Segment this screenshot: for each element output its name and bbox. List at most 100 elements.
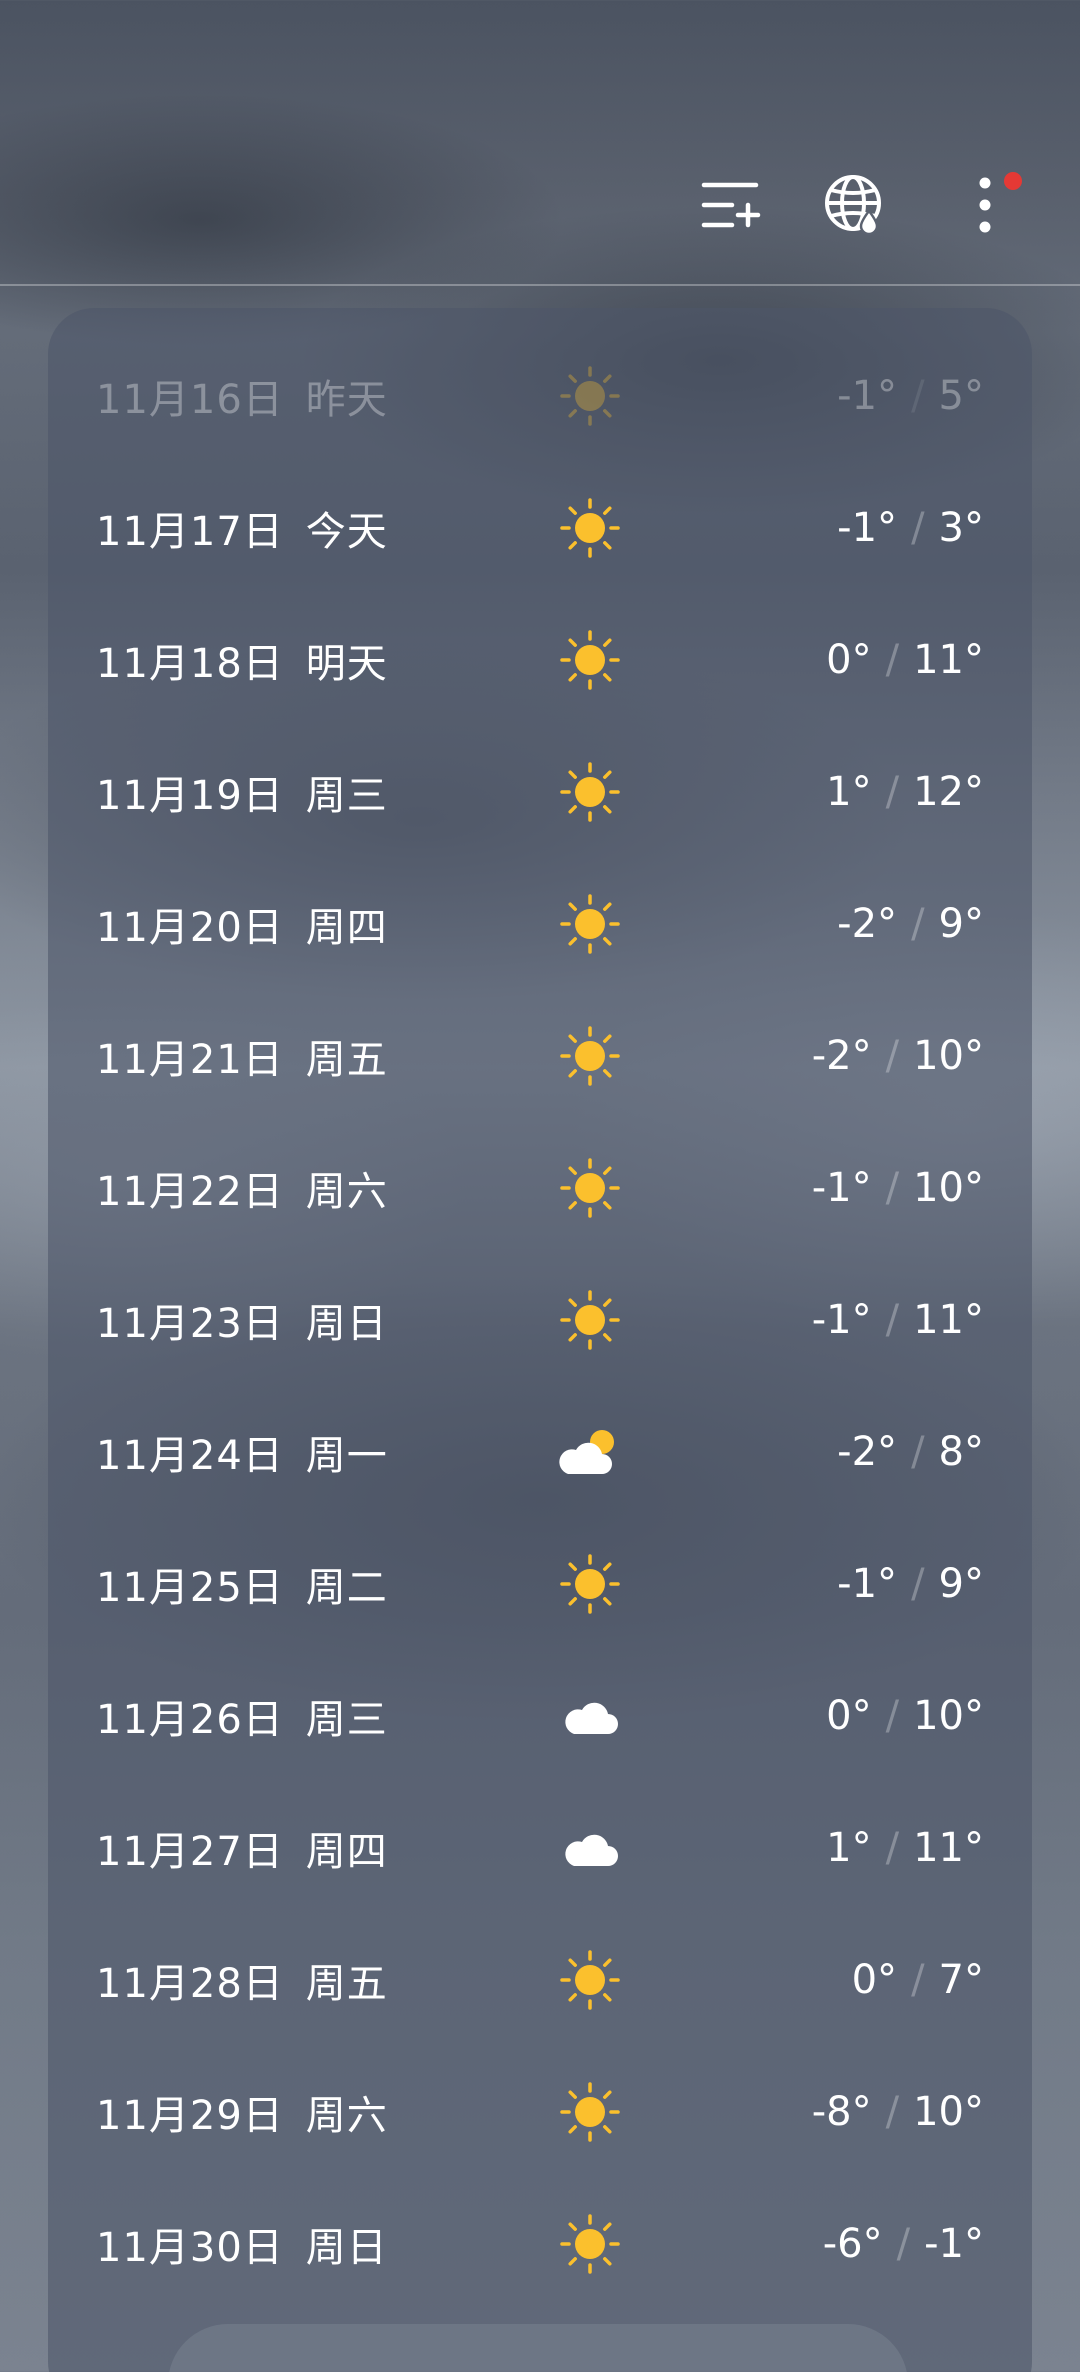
- forecast-day: 昨天: [305, 377, 388, 423]
- forecast-row[interactable]: 11月19日 周三 1° / 12°: [48, 726, 1032, 858]
- temp-low: -2°: [837, 901, 898, 947]
- forecast-day: 周五: [305, 1037, 388, 1083]
- temp-low: 0°: [826, 1693, 872, 1739]
- temp-separator: /: [911, 373, 925, 419]
- sun-icon: [558, 1288, 622, 1352]
- temp-low: -2°: [837, 1429, 898, 1475]
- temp-separator: /: [911, 901, 925, 947]
- temperature-range: -2° / 10°: [812, 990, 984, 1122]
- forecast-day: 今天: [305, 509, 388, 555]
- app-header: [0, 0, 1080, 286]
- list-add-icon: [701, 182, 761, 228]
- forecast-date-group: 11月20日 周四: [96, 858, 388, 990]
- forecast-day: 周六: [305, 2093, 388, 2139]
- add-city-button[interactable]: [695, 170, 765, 240]
- temperature-range: -2° / 9°: [837, 858, 984, 990]
- forecast-day: 周二: [305, 1565, 388, 1611]
- cloud-icon: [558, 1816, 622, 1880]
- forecast-date: 11月18日: [96, 641, 284, 687]
- weather-map-button[interactable]: [820, 170, 890, 240]
- temp-separator: /: [885, 2089, 900, 2135]
- forecast-date-group: 11月29日 周六: [96, 2046, 388, 2178]
- cloud-icon: [558, 1684, 622, 1748]
- forecast-row[interactable]: 11月16日 昨天 -1° / 5°: [48, 330, 1032, 462]
- forecast-row[interactable]: 11月24日 周一 -2° / 8°: [48, 1386, 1032, 1518]
- sun-icon: [558, 2212, 622, 2276]
- forecast-row[interactable]: 11月18日 明天 0° / 11°: [48, 594, 1032, 726]
- temp-low: 1°: [826, 1825, 872, 1871]
- forecast-day: 周三: [305, 773, 388, 819]
- forecast-date-group: 11月19日 周三: [96, 726, 388, 858]
- forecast-row[interactable]: 11月21日 周五 -2° / 10°: [48, 990, 1032, 1122]
- temp-high: 10°: [913, 1693, 984, 1739]
- forecast-row[interactable]: 11月26日 周三 0° / 10°: [48, 1650, 1032, 1782]
- sun-icon: [558, 1948, 622, 2012]
- temperature-range: 1° / 11°: [826, 1782, 984, 1914]
- forecast-date: 11月28日: [96, 1961, 284, 2007]
- forecast-day: 周日: [305, 2225, 388, 2271]
- forecast-date: 11月19日: [96, 773, 284, 819]
- sun-icon: [558, 760, 622, 824]
- forecast-row[interactable]: 11月27日 周四 1° / 11°: [48, 1782, 1032, 1914]
- temp-low: -6°: [822, 2221, 883, 2267]
- temperature-range: -1° / 11°: [812, 1254, 984, 1386]
- sun-icon: [558, 496, 622, 560]
- sun-icon: [558, 628, 622, 692]
- forecast-date: 11月20日: [96, 905, 284, 951]
- temp-separator: /: [885, 1693, 900, 1739]
- temperature-range: -6° / -1°: [823, 2178, 984, 2310]
- temp-separator: /: [911, 1429, 925, 1475]
- globe-droplet-icon: [825, 175, 881, 236]
- temp-low: -1°: [837, 373, 898, 419]
- temp-separator: /: [911, 1561, 925, 1607]
- partly-cloudy-icon: [558, 1420, 622, 1484]
- temp-separator: /: [896, 2221, 911, 2267]
- forecast-row[interactable]: 11月25日 周二 -1° / 9°: [48, 1518, 1032, 1650]
- temp-low: 0°: [851, 1957, 898, 2003]
- temp-low: -1°: [837, 505, 898, 551]
- forecast-date: 11月26日: [96, 1697, 284, 1743]
- forecast-date-group: 11月17日 今天: [96, 462, 388, 594]
- temperature-range: -1° / 10°: [812, 1122, 984, 1254]
- temp-high: 11°: [913, 1297, 984, 1343]
- temp-separator: /: [885, 1165, 900, 1211]
- forecast-row[interactable]: 11月28日 周五 0° / 7°: [48, 1914, 1032, 2046]
- forecast-date: 11月30日: [96, 2225, 284, 2271]
- temperature-range: 1° / 12°: [826, 726, 984, 858]
- temp-low: -8°: [811, 2089, 872, 2135]
- more-forecast-button[interactable]: [168, 2324, 908, 2372]
- forecast-day: 周六: [305, 1169, 388, 1215]
- forecast-date: 11月23日: [96, 1301, 284, 1347]
- temperature-range: -1° / 5°: [837, 330, 984, 462]
- forecast-date-group: 11月22日 周六: [96, 1122, 388, 1254]
- temperature-range: -1° / 3°: [837, 462, 984, 594]
- temperature-range: 0° / 7°: [852, 1914, 984, 2046]
- temp-low: -1°: [837, 1561, 898, 1607]
- more-vert-icon: [979, 177, 991, 233]
- forecast-row[interactable]: 11月23日 周日 -1° / 11°: [48, 1254, 1032, 1386]
- forecast-day: 周四: [305, 905, 388, 951]
- temp-high: 10°: [913, 1165, 984, 1211]
- forecast-day: 周五: [305, 1961, 388, 2007]
- forecast-row[interactable]: 11月29日 周六 -8° / 10°: [48, 2046, 1032, 2178]
- forecast-row[interactable]: 11月22日 周六 -1° / 10°: [48, 1122, 1032, 1254]
- forecast-row[interactable]: 11月30日 周日 -6° / -1°: [48, 2178, 1032, 2310]
- forecast-day: 周三: [305, 1697, 388, 1743]
- forecast-row[interactable]: 11月20日 周四 -2° / 9°: [48, 858, 1032, 990]
- forecast-date-group: 11月30日 周日: [96, 2178, 388, 2310]
- notification-dot: [1004, 172, 1022, 190]
- temp-low: 1°: [826, 769, 872, 815]
- temp-separator: /: [885, 637, 900, 683]
- forecast-row[interactable]: 11月17日 今天 -1° / 3°: [48, 462, 1032, 594]
- sun-icon: [558, 892, 622, 956]
- forecast-date: 11月24日: [96, 1433, 284, 1479]
- forecast-date: 11月29日: [96, 2093, 284, 2139]
- forecast-date-group: 11月26日 周三: [96, 1650, 388, 1782]
- forecast-date: 11月17日: [96, 509, 284, 555]
- temp-high: 3°: [938, 505, 984, 551]
- temp-high: 8°: [938, 1429, 984, 1475]
- temp-low: -2°: [811, 1033, 872, 1079]
- forecast-date: 11月21日: [96, 1037, 284, 1083]
- forecast-date-group: 11月18日 明天: [96, 594, 388, 726]
- forecast-date-group: 11月28日 周五: [96, 1914, 388, 2046]
